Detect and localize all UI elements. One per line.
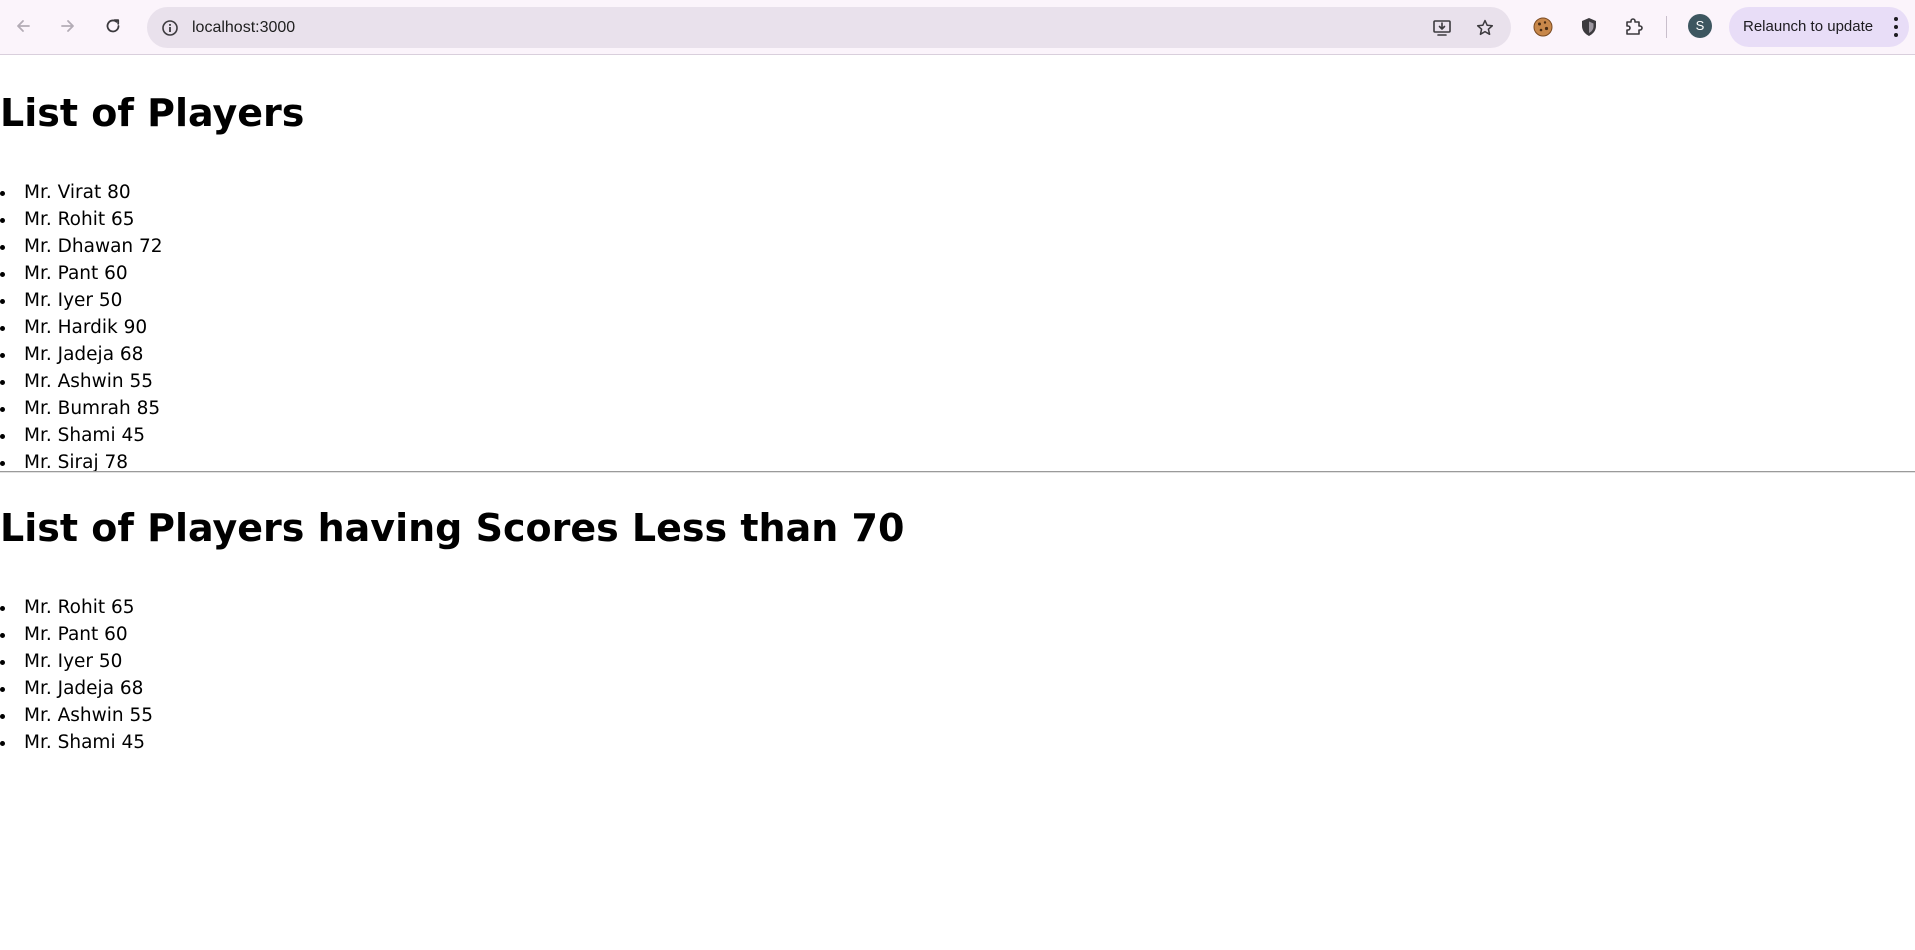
player-list-item: Mr. Rohit 65 xyxy=(0,206,163,233)
relaunch-button[interactable]: Relaunch to update xyxy=(1729,7,1909,47)
extensions-button[interactable] xyxy=(1619,12,1649,42)
reload-button[interactable] xyxy=(99,12,127,40)
player-list-item: Mr. Jadeja 68 xyxy=(0,341,163,368)
address-bar[interactable]: localhost:3000 xyxy=(147,7,1511,48)
browser-toolbar: localhost:3000 S Relaunch to update xyxy=(0,0,1915,55)
star-icon xyxy=(1476,19,1494,36)
puzzle-icon xyxy=(1626,18,1643,35)
site-info-button[interactable] xyxy=(157,15,183,41)
cookie-extension-button[interactable] xyxy=(1528,12,1558,42)
shield-icon xyxy=(1582,18,1596,36)
profile-avatar[interactable]: S xyxy=(1688,14,1712,38)
url-text[interactable]: localhost:3000 xyxy=(192,7,295,48)
forward-arrow-icon xyxy=(61,20,74,32)
install-app-icon xyxy=(1433,20,1451,36)
player-list-item: Mr. Pant 60 xyxy=(0,621,153,648)
all-players-list: Mr. Virat 80 Mr. Rohit 65 Mr. Dhawan 72 Mr.… xyxy=(0,179,163,476)
back-arrow-icon xyxy=(17,20,30,32)
forward-button[interactable] xyxy=(54,12,82,40)
player-list-item: Mr. Ashwin 55 xyxy=(0,702,153,729)
kebab-menu-icon[interactable] xyxy=(1893,17,1899,37)
relaunch-label: Relaunch to update xyxy=(1743,18,1874,35)
back-button[interactable] xyxy=(9,12,37,40)
low-scorers-list: Mr. Rohit 65 Mr. Pant 60 Mr. Iyer 50 Mr. Ja… xyxy=(0,594,153,756)
player-list-item: Mr. Iyer 50 xyxy=(0,287,163,314)
all-players-heading: List of Players xyxy=(0,91,305,135)
player-list-item: Mr. Iyer 50 xyxy=(0,648,153,675)
player-list-item: Mr. Virat 80 xyxy=(0,179,163,206)
section-divider xyxy=(0,471,1915,473)
player-list-item: Mr. Dhawan 72 xyxy=(0,233,163,260)
player-list-item: Mr. Pant 60 xyxy=(0,260,163,287)
install-app-button[interactable] xyxy=(1429,15,1455,41)
player-list-item: Mr. Ashwin 55 xyxy=(0,368,163,395)
low-scorers-heading: List of Players having Scores Less than … xyxy=(0,506,905,550)
player-list-item: Mr. Rohit 65 xyxy=(0,594,153,621)
player-list-item: Mr. Jadeja 68 xyxy=(0,675,153,702)
bookmark-button[interactable] xyxy=(1472,15,1498,41)
player-list-item: Mr. Shami 45 xyxy=(0,422,163,449)
player-list-item: Mr. Bumrah 85 xyxy=(0,395,163,422)
reload-icon xyxy=(106,19,120,33)
page-content: List of Players Mr. Virat 80 Mr. Rohit 65… xyxy=(0,55,1915,950)
player-list-item: Mr. Hardik 90 xyxy=(0,314,163,341)
player-list-item: Mr. Shami 45 xyxy=(0,729,153,756)
toolbar-divider xyxy=(1666,16,1667,38)
info-icon xyxy=(162,20,178,36)
shield-extension-button[interactable] xyxy=(1574,12,1604,42)
cookie-icon xyxy=(1533,17,1553,37)
